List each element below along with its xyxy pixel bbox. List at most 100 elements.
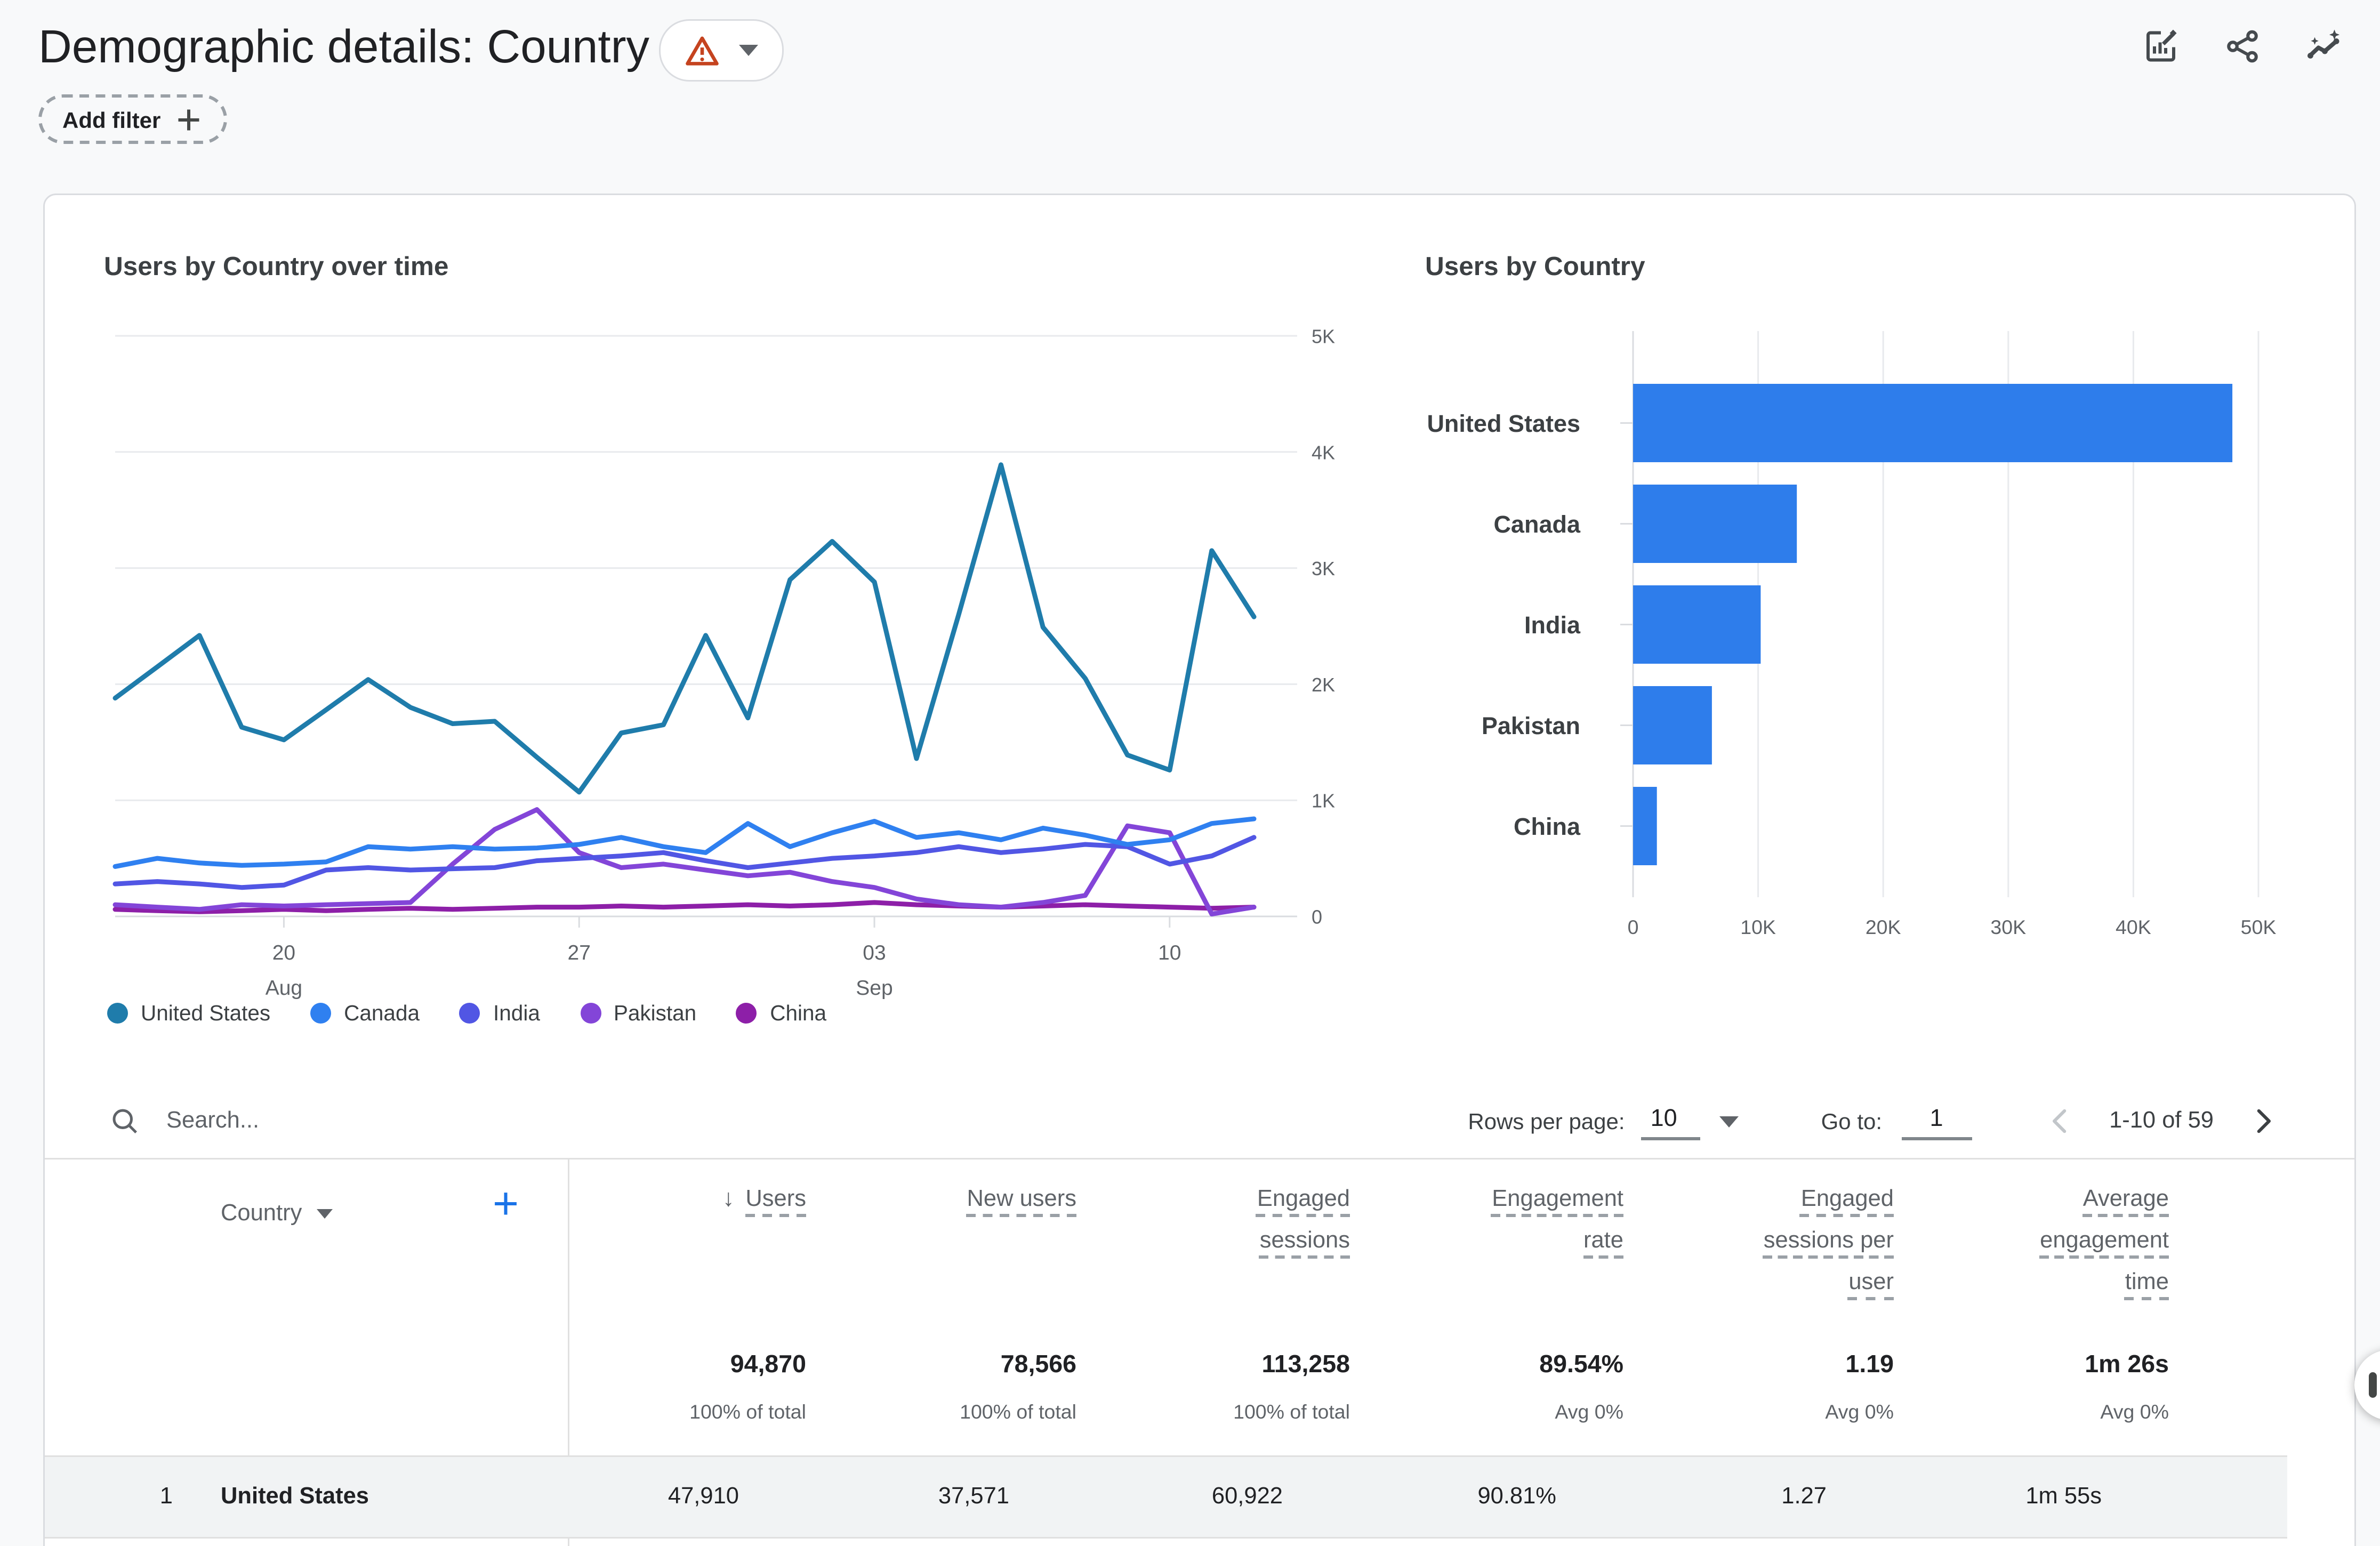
table-header-divider [45, 1158, 2354, 1160]
legend-label: India [493, 1001, 540, 1025]
ga4-report-page: Demographic details: Country [0, 0, 2380, 1546]
category-label: China [1514, 813, 1581, 840]
cell-engagement-rate: 90.81% [1284, 1457, 1556, 1537]
warning-icon [685, 33, 720, 68]
bar-united-states [1633, 384, 2232, 462]
line-chart-title: Users by Country over time [104, 253, 448, 283]
category-label: Canada [1493, 511, 1581, 538]
category-label: Pakistan [1482, 712, 1580, 739]
sort-descending-icon: ↓ [722, 1185, 735, 1212]
legend-item-united-states: United States [107, 1001, 270, 1025]
data-quality-dropdown[interactable] [659, 19, 784, 82]
cell-new-users: 37,571 [737, 1457, 1009, 1537]
add-filter-button[interactable]: Add filter [38, 94, 228, 144]
dimension-header-country[interactable]: Country [221, 1201, 332, 1227]
panel-handle-icon [2369, 1372, 2377, 1398]
x-axis-label: 40K [2116, 916, 2151, 938]
share-button[interactable] [2223, 27, 2262, 66]
cell-engaged-sessions: 60,922 [1011, 1457, 1283, 1537]
y-axis-label: 2K [1312, 674, 1335, 696]
y-axis-label: 4K [1312, 441, 1335, 463]
legend-item-india: India [460, 1001, 540, 1025]
screen: Demographic details: Country [0, 0, 2380, 1546]
bar-chart-title: Users by Country [1425, 253, 1645, 283]
rows-per-page-select[interactable]: 10 [1641, 1102, 1700, 1140]
legend-label: Pakistan [614, 1001, 696, 1025]
legend-label: China [770, 1001, 826, 1025]
go-to-page-input[interactable] [1901, 1102, 1972, 1140]
report-card: Users by Country over time 5K 4K 3K 2K 1K 0 20… [43, 194, 2356, 1546]
x-axis-label: 0 [1628, 916, 1639, 938]
cell-engaged-sessions-per-user: 1.27 [1555, 1457, 1827, 1537]
dimension-label: Country [221, 1201, 302, 1227]
totals-engagement-rate: 89.54% Avg 0% [1352, 1351, 1623, 1423]
x-axis-label: 10 [1158, 941, 1181, 964]
row-country: United States [221, 1457, 369, 1537]
x-axis-label: 20K [1866, 916, 1901, 938]
next-page-button[interactable] [2246, 1104, 2281, 1139]
pagination-range: 1-10 of 59 [2109, 1108, 2214, 1134]
share-icon [2223, 27, 2262, 66]
legend-dot-icon [460, 1003, 480, 1024]
legend-label: Canada [344, 1001, 420, 1025]
y-axis-label: 1K [1312, 790, 1335, 812]
legend-dot-icon [310, 1003, 331, 1024]
bar-canada [1633, 485, 1797, 563]
column-header-average-engagement-time[interactable]: Average engagement time [2009, 1179, 2169, 1303]
plus-icon [175, 105, 204, 134]
legend-dot-icon [580, 1003, 601, 1024]
totals-average-engagement-time: 1m 26s Avg 0% [1897, 1351, 2169, 1423]
page-title: Demographic details: Country [38, 22, 649, 75]
previous-page-button[interactable] [2042, 1104, 2077, 1139]
collapsed-panel-button[interactable] [2354, 1350, 2380, 1420]
search-icon [109, 1105, 141, 1137]
legend-label: United States [141, 1001, 270, 1025]
y-axis-label: 0 [1312, 906, 1322, 928]
table-toolbar: Rows per page: 10 Go to: 1-10 of 59 [45, 1084, 2354, 1158]
search-box [109, 1105, 713, 1137]
chevron-left-icon [2042, 1104, 2077, 1139]
chevron-right-icon [2246, 1104, 2281, 1139]
add-dimension-button[interactable]: + [493, 1182, 519, 1227]
legend-item-china: China [736, 1001, 826, 1025]
legend-item-canada: Canada [310, 1001, 420, 1025]
x-axis-label: 30K [1990, 916, 2026, 938]
totals-users: 94,870 100% of total [534, 1351, 806, 1423]
cell-average-engagement-time: 1m 55s [1830, 1457, 2102, 1537]
insights-icon [2305, 27, 2343, 66]
x-axis-label: 20 [272, 941, 295, 964]
cell-users: 47,910 [467, 1457, 739, 1537]
line-chart: 5K4K3K2K1K020Aug2703Sep10 [45, 291, 1356, 1043]
rows-per-page-caret-icon[interactable] [1719, 1116, 1738, 1127]
search-input[interactable] [163, 1107, 713, 1136]
column-header-engaged-sessions[interactable]: Engaged sessions [1216, 1179, 1350, 1262]
totals-engaged-sessions-per-user: 1.19 Avg 0% [1622, 1351, 1894, 1423]
x-axis-label: 27 [568, 941, 591, 964]
legend-dot-icon [107, 1003, 128, 1024]
bar-india [1633, 585, 1760, 664]
row-index: 1 [141, 1457, 173, 1537]
y-axis-label: 5K [1312, 326, 1335, 348]
x-axis-label: 10K [1740, 916, 1776, 938]
pagination-controls: Rows per page: 10 Go to: 1-10 of 59 [1468, 1102, 2281, 1140]
totals-engaged-sessions: 113,258 100% of total [1078, 1351, 1350, 1423]
bar-china [1633, 787, 1657, 865]
chevron-down-icon [316, 1209, 332, 1219]
totals-new-users: 78,566 100% of total [805, 1351, 1076, 1423]
add-filter-label: Add filter [62, 107, 160, 132]
series-line-united-states [115, 465, 1254, 792]
x-axis-label: 03 [863, 941, 886, 964]
header-actions [2142, 27, 2343, 66]
bar-pakistan [1633, 686, 1712, 764]
column-header-users[interactable]: ↓Users [598, 1179, 806, 1220]
column-header-engagement-rate[interactable]: Engagement rate [1464, 1179, 1623, 1262]
rows-per-page-label: Rows per page: [1468, 1108, 1625, 1134]
insights-button[interactable] [2305, 27, 2343, 66]
x-axis-sublabel: Aug [266, 977, 302, 1000]
customize-report-button[interactable] [2142, 27, 2180, 66]
column-header-new-users[interactable]: New users [853, 1179, 1076, 1220]
column-header-engaged-sessions-per-user[interactable]: Engaged sessions per user [1715, 1179, 1894, 1303]
x-axis-label: 50K [2241, 916, 2277, 938]
y-axis-label: 3K [1312, 558, 1335, 579]
table-row[interactable]: 1 United States 47,910 37,571 60,922 90.… [45, 1455, 2287, 1539]
